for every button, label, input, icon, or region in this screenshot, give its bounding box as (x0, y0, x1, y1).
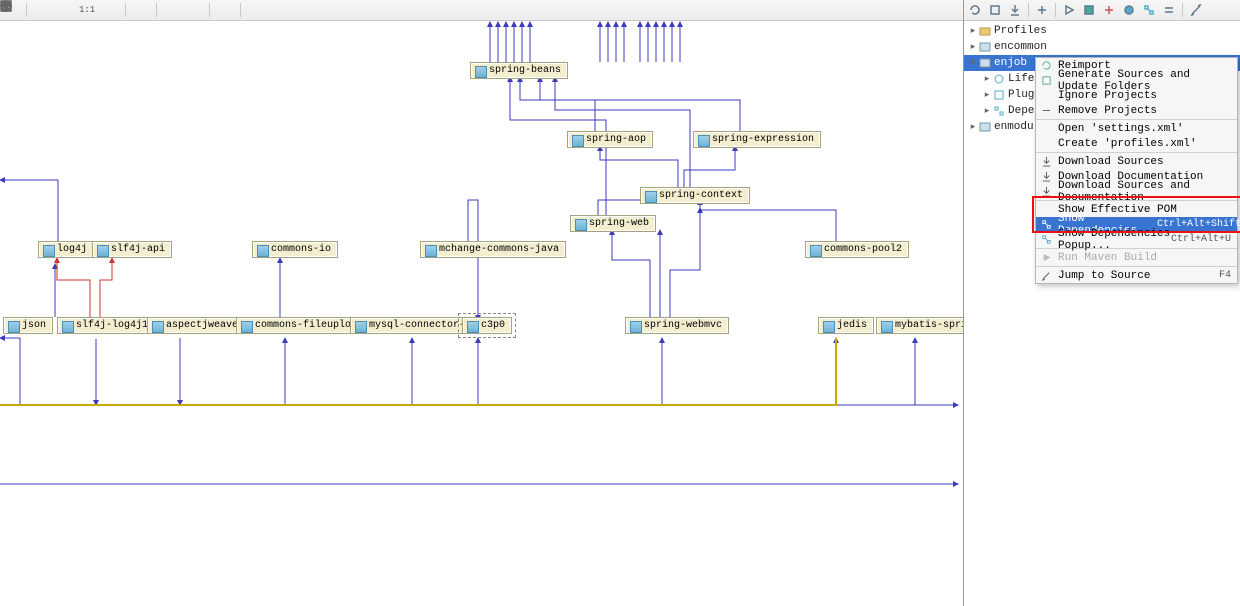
print-icon[interactable] (218, 3, 232, 17)
settings-icon[interactable] (249, 3, 263, 17)
menu-download-srcdoc[interactable]: Download Sources and Documentation (1036, 184, 1237, 199)
menu-create-profiles[interactable]: Create 'profiles.xml' (1036, 136, 1237, 151)
export-icon[interactable] (187, 3, 201, 17)
tree-encommon[interactable]: ▸encommon (964, 39, 1240, 55)
dependency-diagram[interactable]: 1:1 (0, 0, 964, 606)
collapse-icon[interactable] (1162, 3, 1176, 17)
edit-icon (1039, 269, 1053, 282)
maven-toolbar (964, 0, 1240, 21)
menu-download-sources[interactable]: Download Sources (1036, 154, 1237, 169)
fit-icon[interactable] (103, 3, 117, 17)
diagram-toolbar: 1:1 (0, 0, 963, 21)
node-commons-io[interactable]: commons-io (252, 241, 338, 258)
node-spring-expression[interactable]: spring-expression (693, 131, 821, 148)
diagram-icon (1039, 233, 1053, 246)
diagram-icon (1039, 218, 1053, 231)
toggle-icon[interactable] (1102, 3, 1116, 17)
execute-icon[interactable] (1082, 3, 1096, 17)
add-icon[interactable] (1035, 3, 1049, 17)
generate-icon[interactable] (988, 3, 1002, 17)
node-spring-webmvc[interactable]: spring-webmvc (625, 317, 729, 334)
show-deps-icon[interactable] (1142, 3, 1156, 17)
tree-profiles[interactable]: ▸Profiles (964, 23, 1240, 39)
zoom-out-icon[interactable] (57, 3, 71, 17)
node-mybatis-spring[interactable]: mybatis-spring (876, 317, 964, 334)
layout-icon[interactable] (134, 3, 148, 17)
node-c3p0[interactable]: c3p0 (462, 317, 512, 334)
node-log4j[interactable]: log4j (38, 241, 94, 258)
maven-settings-icon[interactable] (1189, 3, 1203, 17)
node-slf4j-log4j12[interactable]: slf4j-log4j12 (57, 317, 161, 334)
node-spring-web[interactable]: spring-web (570, 215, 656, 232)
menu-jump-source[interactable]: Jump to SourceF4 (1036, 268, 1237, 283)
node-slf4j-api[interactable]: slf4j-api (92, 241, 172, 258)
download-icon (1039, 155, 1053, 168)
run-icon (1039, 251, 1053, 264)
node-mchange[interactable]: mchange-commons-java (420, 241, 566, 258)
download-icon (1039, 170, 1053, 183)
save-icon[interactable] (165, 3, 179, 17)
menu-ignore[interactable]: Ignore Projects (1036, 88, 1237, 103)
dependency-edges (0, 0, 963, 606)
menu-run-maven: Run Maven Build (1036, 250, 1237, 265)
minus-icon (1039, 104, 1053, 117)
offline-icon[interactable] (1122, 3, 1136, 17)
run-icon[interactable] (1062, 3, 1076, 17)
node-spring-aop[interactable]: spring-aop (567, 131, 653, 148)
download-icon[interactable] (1008, 3, 1022, 17)
node-spring-beans[interactable]: spring-beans (470, 62, 568, 79)
zoom-in-icon[interactable] (35, 3, 49, 17)
menu-remove[interactable]: Remove Projects (1036, 103, 1237, 118)
node-commons-pool2[interactable]: commons-pool2 (805, 241, 909, 258)
zoom-actual-icon[interactable]: 1:1 (79, 3, 95, 17)
menu-show-deps-popup[interactable]: Show Dependencies Popup...Ctrl+Alt+U (1036, 232, 1237, 247)
node-spring-context[interactable]: spring-context (640, 187, 750, 204)
download-icon (1039, 185, 1053, 198)
node-jedis[interactable]: jedis (818, 317, 874, 334)
menu-open-settings[interactable]: Open 'settings.xml' (1036, 121, 1237, 136)
node-json[interactable]: json (3, 317, 53, 334)
menu-gensrc[interactable]: Generate Sources and Update Folders (1036, 73, 1237, 88)
reimport-icon[interactable] (968, 3, 982, 17)
context-menu: Reimport Generate Sources and Update Fol… (1035, 57, 1238, 284)
